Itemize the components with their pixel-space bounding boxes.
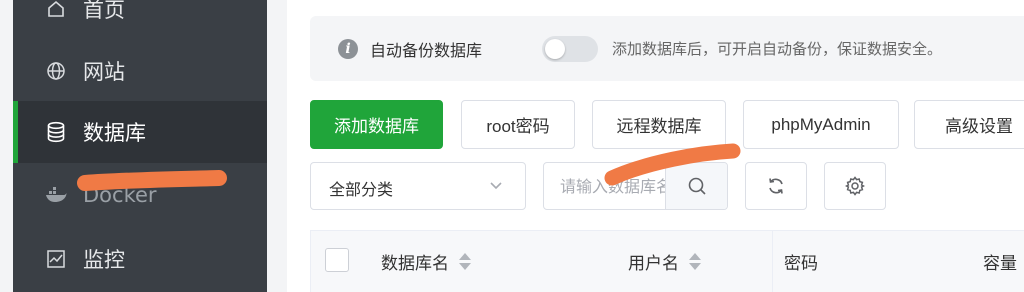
root-password-button[interactable]: root密码 xyxy=(461,100,575,149)
settings-button[interactable] xyxy=(824,162,886,210)
toggle-knob xyxy=(545,38,565,59)
chevron-down-icon xyxy=(489,177,503,196)
database-panel: i 自动备份数据库 添加数据库后，可开启自动备份，保证数据安全。 添加数据库 r… xyxy=(287,0,1024,292)
refresh-button[interactable] xyxy=(745,162,807,210)
monitor-icon xyxy=(45,248,67,270)
search-input[interactable] xyxy=(544,163,666,209)
gear-icon xyxy=(845,176,865,196)
select-all-checkbox[interactable] xyxy=(325,248,349,272)
left-margin xyxy=(0,0,13,292)
sidebar-item-label: 网站 xyxy=(83,60,125,84)
sidebar: 首页 网站 数据库 Docker 监控 xyxy=(13,0,267,292)
search-box xyxy=(543,162,728,210)
phpmyadmin-button[interactable]: phpMyAdmin xyxy=(743,100,899,149)
advanced-settings-button[interactable]: 高级设置 xyxy=(914,100,1024,149)
sidebar-item-home[interactable]: 首页 xyxy=(13,0,267,40)
column-divider xyxy=(772,231,773,292)
content-gutter xyxy=(267,0,287,292)
info-icon: i xyxy=(338,38,358,59)
sidebar-item-monitor[interactable]: 监控 xyxy=(13,228,267,290)
sort-icon[interactable] xyxy=(459,253,471,270)
sidebar-item-label: 首页 xyxy=(83,0,125,22)
column-header-username[interactable]: 用户名 xyxy=(628,249,701,274)
sort-icon[interactable] xyxy=(689,253,701,270)
search-icon xyxy=(688,177,706,195)
add-database-button[interactable]: 添加数据库 xyxy=(310,100,443,149)
sidebar-item-label: 监控 xyxy=(83,248,125,272)
refresh-icon xyxy=(769,178,783,194)
column-header-password: 密码 xyxy=(784,254,818,274)
sidebar-item-docker[interactable]: Docker xyxy=(13,164,267,226)
docker-icon xyxy=(45,184,67,206)
auto-backup-hint: 添加数据库后，可开启自动备份，保证数据安全。 xyxy=(612,40,943,58)
sidebar-item-label: 数据库 xyxy=(83,121,146,145)
category-select-value: 全部分类 xyxy=(329,180,394,199)
home-icon xyxy=(45,0,67,20)
remote-database-button[interactable]: 远程数据库 xyxy=(592,100,726,149)
sidebar-item-website[interactable]: 网站 xyxy=(13,40,267,102)
auto-backup-tip: i 自动备份数据库 添加数据库后，可开启自动备份，保证数据安全。 xyxy=(310,16,1024,81)
column-header-size: 容量 xyxy=(983,254,1017,274)
category-select[interactable]: 全部分类 xyxy=(310,162,526,210)
search-button[interactable] xyxy=(665,163,727,209)
auto-backup-toggle[interactable] xyxy=(542,35,598,62)
sidebar-item-database[interactable]: 数据库 xyxy=(13,101,267,163)
auto-backup-label: 自动备份数据库 xyxy=(370,40,483,60)
table-header: 数据库名 用户名 密码 容量 xyxy=(310,230,1024,292)
database-icon xyxy=(45,121,67,143)
globe-icon xyxy=(45,60,67,82)
sidebar-item-label: Docker xyxy=(83,183,157,207)
column-header-database-name[interactable]: 数据库名 xyxy=(381,249,471,274)
